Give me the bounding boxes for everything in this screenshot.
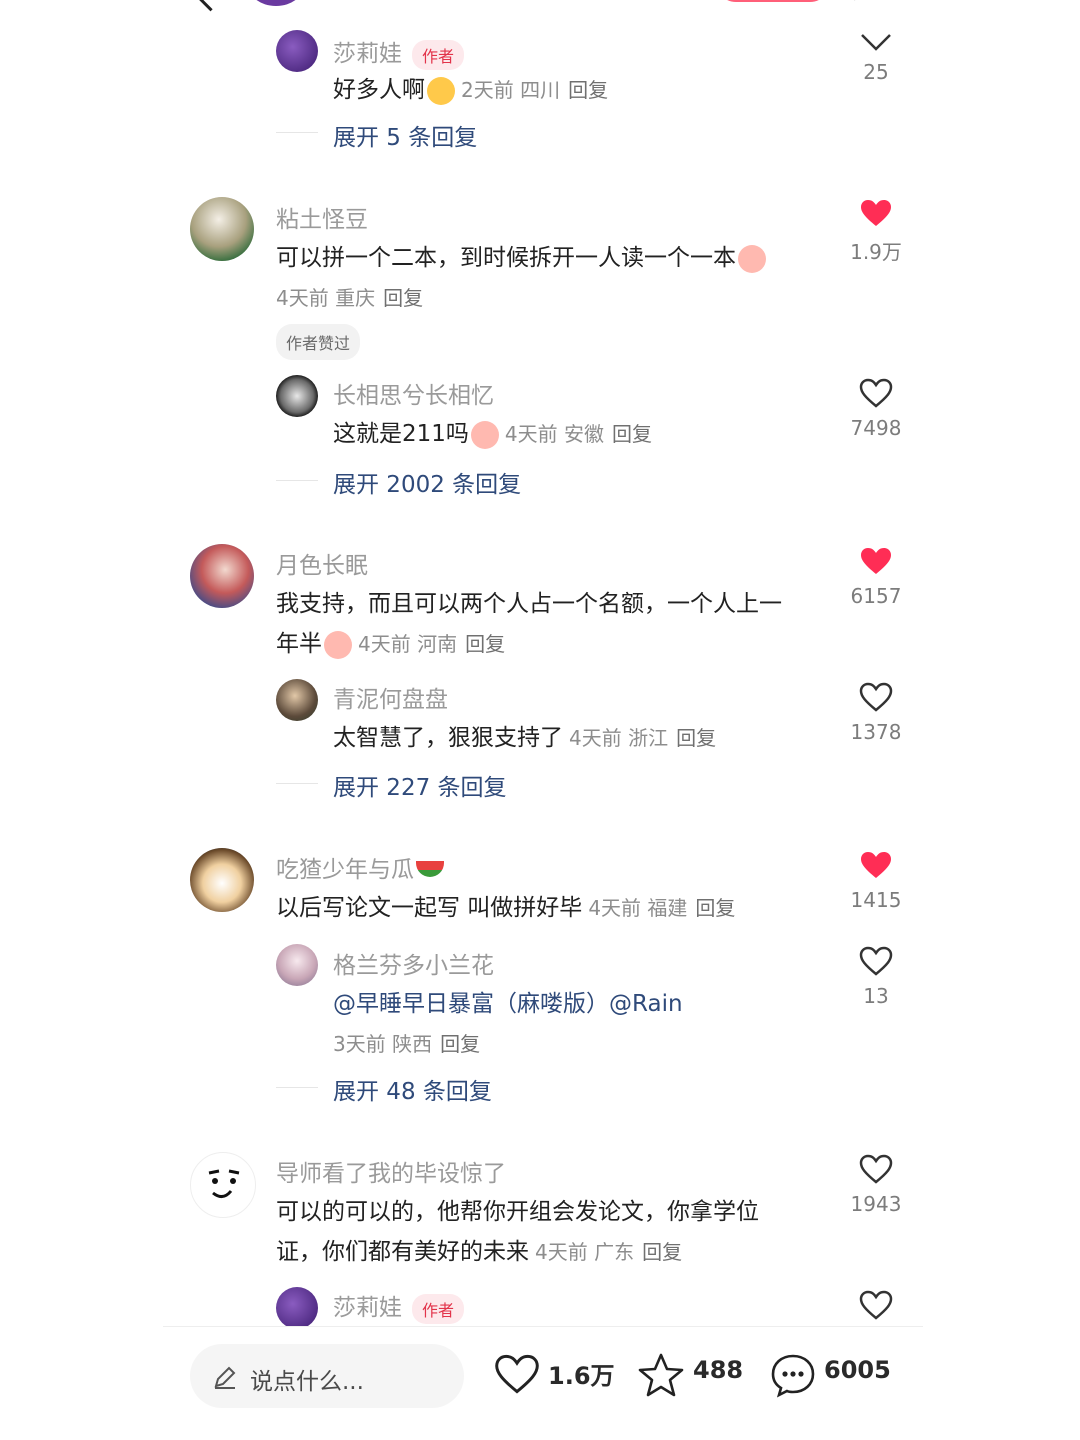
like-button[interactable]: 25 [836, 32, 916, 84]
reply-text[interactable]: 太智慧了，狠狠支持了 4天前 浙江 回复 [333, 718, 716, 752]
mention-text[interactable]: @早睡早日暴富（麻喽版）@Rain [333, 984, 683, 1018]
comment-text[interactable]: 我支持，而且可以两个人占一个名额，一个人上一 [276, 584, 782, 618]
reply-link[interactable]: 回复 [440, 1032, 480, 1056]
heart-outline-icon [861, 34, 891, 51]
laughing-emoji-icon [427, 76, 455, 105]
like-button[interactable]: 1378 [836, 682, 916, 744]
favorite-count: 488 [693, 1356, 744, 1384]
reply-link[interactable]: 回复 [642, 1240, 682, 1264]
reply-link[interactable]: 回复 [465, 632, 505, 656]
comment-text[interactable]: 可以的可以的，他帮你开组会发论文，你拿学位 [276, 1192, 759, 1226]
avatar[interactable] [190, 1152, 256, 1218]
heart-filled-icon [861, 548, 891, 574]
like-button[interactable]: 1943 [836, 1154, 916, 1216]
expand-replies-button[interactable]: 展开 48 条回复 [333, 1072, 492, 1106]
reply-link[interactable]: 回复 [612, 422, 652, 446]
heart-outline-icon [495, 1354, 539, 1394]
comment-text-cont[interactable]: 证，你们都有美好的未来 4天前 广东 回复 [276, 1232, 682, 1266]
author-liked-badge: 作者赞过 [276, 324, 361, 360]
reply-username[interactable]: 青泥何盘盘 [333, 680, 448, 714]
worried-emoji-icon [470, 420, 499, 449]
like-button[interactable]: 6157 [836, 546, 916, 608]
like-button[interactable]: 13 [836, 946, 916, 1008]
like-button[interactable]: 7498 [836, 378, 916, 440]
heart-outline-icon [859, 946, 893, 976]
comment-text[interactable]: 以后写论文一起写 叫做拼好毕 4天前 福建 回复 [276, 888, 735, 922]
expand-replies-button[interactable]: 展开 5 条回复 [333, 118, 477, 152]
reply-link[interactable]: 回复 [676, 726, 716, 750]
comment-input[interactable]: 说点什么... [190, 1344, 464, 1408]
author-tag: 作者 [412, 1293, 465, 1324]
meme-face-icon [208, 1169, 240, 1198]
avatar[interactable] [190, 848, 254, 912]
top-header-cut [195, 0, 877, 14]
divider [276, 1087, 318, 1088]
expand-replies-button[interactable]: 展开 2002 条回复 [333, 465, 521, 499]
comment-bubble-icon [771, 1354, 815, 1398]
follow-button[interactable] [716, 0, 830, 2]
author-avatar[interactable] [246, 0, 306, 6]
comment-username[interactable]: 月色长眠 [276, 546, 368, 580]
reply-meta: 3天前 陕西 回复 [333, 1032, 481, 1056]
reply-text[interactable]: 好多人啊 2天前 四川 回复 [333, 70, 608, 105]
comment-username[interactable]: 吃猹少年与瓜 [276, 850, 444, 884]
reply-username[interactable]: 格兰芬多小兰花 [333, 946, 494, 980]
avatar[interactable] [276, 1287, 318, 1329]
reply-username[interactable]: 莎莉娃 作者 [333, 34, 465, 70]
heart-filled-icon [861, 200, 891, 226]
avatar[interactable] [190, 544, 254, 608]
heart-outline-icon [859, 378, 893, 408]
comment-input-placeholder: 说点什么... [250, 1369, 364, 1395]
comment-text-cont[interactable]: 年半 4天前 河南 回复 [276, 624, 505, 659]
comment-meta: 4天前 重庆 回复 [276, 286, 424, 310]
crying-emoji-icon [738, 244, 766, 273]
author-tag: 作者 [412, 39, 465, 70]
reply-link[interactable]: 回复 [383, 286, 423, 310]
watermelon-emoji-icon [416, 860, 444, 877]
divider [276, 783, 318, 784]
heart-outline-icon [859, 1154, 893, 1184]
avatar[interactable] [276, 30, 318, 72]
reply-text[interactable]: 这就是211吗 4天前 安徽 回复 [333, 414, 652, 449]
avatar[interactable] [190, 197, 254, 261]
reply-username[interactable]: 莎莉娃 作者 [333, 1288, 465, 1324]
like-button[interactable]: 1.9万 [836, 198, 916, 265]
divider [163, 1326, 923, 1327]
reply-link[interactable]: 回复 [568, 78, 608, 102]
divider [276, 480, 318, 481]
heart-outline-icon [859, 682, 893, 712]
avatar[interactable] [276, 375, 318, 417]
like-button[interactable] [836, 1290, 916, 1320]
heart-outline-icon [859, 1290, 893, 1320]
like-button[interactable]: 1415 [836, 850, 916, 912]
avatar[interactable] [276, 679, 318, 721]
heart-filled-icon [861, 852, 891, 878]
comment-username[interactable]: 导师看了我的毕设惊了 [276, 1154, 506, 1188]
reply-username[interactable]: 长相思兮长相忆 [333, 376, 494, 410]
reply-link[interactable]: 回复 [695, 896, 735, 920]
avatar[interactable] [276, 944, 318, 986]
expand-replies-button[interactable]: 展开 227 条回复 [333, 768, 507, 802]
star-outline-icon [638, 1353, 684, 1397]
back-arrow-icon[interactable] [195, 0, 226, 12]
comment-username[interactable]: 粘土怪豆 [276, 200, 368, 234]
pen-icon [214, 1366, 236, 1389]
comment-count: 6005 [824, 1356, 891, 1384]
comment-text[interactable]: 可以拼一个二本，到时候拆开一人读一个一本 [276, 238, 766, 273]
post-like-count: 1.6万 [548, 1362, 615, 1390]
divider [276, 132, 318, 133]
crying-emoji-icon [324, 630, 352, 659]
